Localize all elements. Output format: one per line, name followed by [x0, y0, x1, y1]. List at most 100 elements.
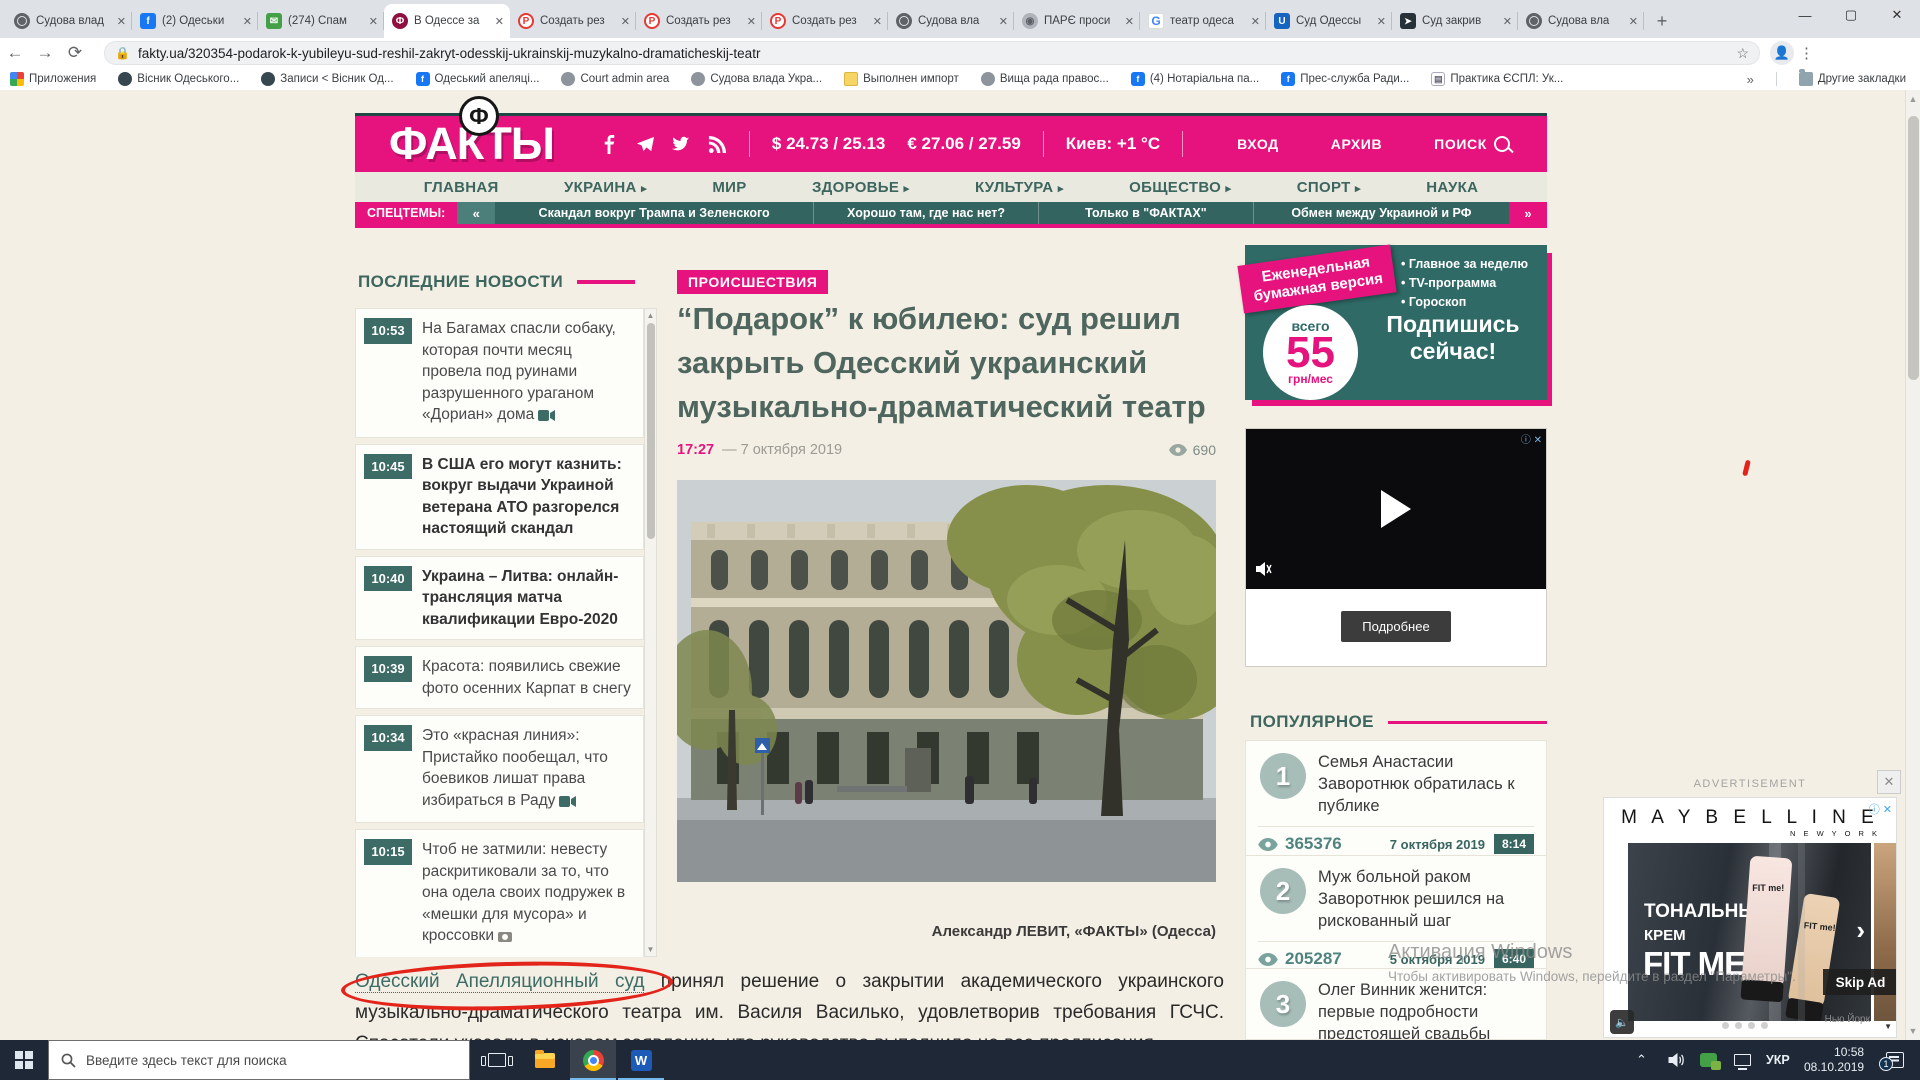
news-item[interactable]: 10:53 На Багамах спасли собаку, которая … — [355, 308, 644, 438]
maybelline-ad[interactable]: ⓘ ✕ M A Y B E L L I N E N E W Y O R K ТО… — [1603, 797, 1897, 1038]
spec-topic-trump[interactable]: Скандал вокруг Трампа и Зеленского — [495, 202, 814, 224]
bookmark-court-admin[interactable]: Court admin area — [561, 72, 669, 86]
bookmark-apeliacijnyj[interactable]: fОдеський апеляці... — [416, 72, 540, 86]
nav-kultura[interactable]: КУЛЬТУРА ▸ — [975, 179, 1064, 196]
nav-mir[interactable]: МИР — [712, 179, 746, 196]
new-tab-button[interactable]: + — [1648, 7, 1676, 35]
video-ad-screen[interactable]: ⓘ ✕ — [1246, 429, 1546, 589]
twitter-icon[interactable] — [672, 135, 691, 154]
tab-close-icon[interactable]: ✕ — [873, 15, 882, 28]
bookmark-notarialna[interactable]: f(4) Нотаріальна па... — [1131, 72, 1259, 86]
bookmark-visnyk[interactable]: Вісник Одеського... — [118, 72, 239, 86]
tab-fakty-active[interactable]: ФВ Одессе за✕ — [384, 4, 510, 38]
tab-close-icon[interactable]: ✕ — [1251, 15, 1260, 28]
start-button[interactable] — [0, 1040, 48, 1080]
rss-icon[interactable] — [708, 135, 727, 154]
tab-facebook[interactable]: f(2) Одеськи✕ — [132, 4, 258, 38]
ad-mute-button[interactable]: 🔈 — [1610, 1010, 1634, 1034]
tab-close-icon[interactable]: ✕ — [621, 15, 630, 28]
spec-prev-button[interactable]: « — [457, 202, 495, 224]
spec-next-button[interactable]: » — [1509, 202, 1547, 224]
adchoices-icon[interactable]: ⓘ ✕ — [1869, 801, 1892, 817]
scroll-down-icon[interactable]: ▼ — [645, 945, 656, 954]
tab-close-icon[interactable]: ✕ — [999, 15, 1008, 28]
video-ad-more-button[interactable]: Подробнее — [1341, 611, 1451, 642]
subscribe-cta[interactable]: Подпишись сейчас! — [1365, 311, 1541, 365]
bookmark-press-sluzhba[interactable]: fПрес-служба Ради... — [1281, 72, 1409, 86]
reload-icon[interactable]: ⟳ — [60, 43, 90, 63]
carousel-dots[interactable] — [1722, 1022, 1768, 1029]
url-text[interactable]: fakty.ua/320354-podarok-k-yubileyu-sud-r… — [138, 46, 1728, 61]
profile-avatar[interactable]: 👤 — [1770, 41, 1794, 65]
login-link[interactable]: ВХОД — [1237, 136, 1279, 152]
scroll-down-icon[interactable]: ▼ — [1906, 1026, 1920, 1036]
video-ad[interactable]: ⓘ ✕ Подробнее — [1245, 428, 1547, 667]
skip-ad-button[interactable]: Skip Ad — [1823, 969, 1897, 995]
carousel-next-icon[interactable]: › — [1856, 915, 1865, 946]
page-scrollbar[interactable]: ▲ ▼ — [1905, 90, 1920, 1040]
minimize-button[interactable]: — — [1782, 0, 1828, 30]
task-view-button[interactable] — [474, 1040, 520, 1080]
bookmark-vyshcha-rada[interactable]: Вища рада правос... — [981, 72, 1109, 86]
tab-create-resume-1[interactable]: PСоздать рез✕ — [510, 4, 636, 38]
nav-ukraina[interactable]: УКРАИНА ▸ — [564, 179, 647, 196]
tab-sudova-vlada-2[interactable]: Судова вла✕ — [888, 4, 1014, 38]
scrollbar-thumb[interactable] — [1908, 116, 1919, 380]
taskbar-search[interactable]: Введите здесь текст для поиска — [48, 1040, 470, 1080]
word-button[interactable]: W — [618, 1040, 664, 1080]
scrollbar-thumb[interactable] — [647, 323, 655, 539]
tab-google-search[interactable]: Gтеатр одеса✕ — [1140, 4, 1266, 38]
news-item[interactable]: 10:15 Чтоб не затмили: невесту раскритик… — [355, 829, 644, 957]
popular-item-1[interactable]: 1 Семья Анастасии Заворотнюк обратилась … — [1245, 740, 1547, 862]
spec-topic-fakty[interactable]: Только в "ФАКТАХ" — [1039, 202, 1254, 224]
other-bookmarks[interactable]: Другие закладки — [1799, 72, 1906, 86]
nav-obshchestvo[interactable]: ОБЩЕСТВО ▸ — [1129, 179, 1231, 196]
notification-center[interactable]: 1 — [1886, 1040, 1904, 1080]
telegram-icon[interactable] — [636, 135, 655, 154]
tab-close-icon[interactable]: ✕ — [747, 15, 756, 28]
news-item[interactable]: 10:40 Украина – Литва: онлайн-трансляция… — [355, 556, 644, 641]
bookmark-sudova-vlada[interactable]: Судова влада Укра... — [691, 72, 822, 86]
popular-item-2[interactable]: 2 Муж больной раком Заворотнюк решился н… — [1245, 855, 1547, 977]
tab-spam[interactable]: ✉(274) Спам✕ — [258, 4, 384, 38]
nav-nauka[interactable]: НАУКА — [1426, 179, 1478, 196]
tab-close-icon[interactable]: ✕ — [1629, 15, 1638, 28]
archive-link[interactable]: АРХИВ — [1331, 136, 1382, 152]
back-icon[interactable]: ← — [0, 43, 30, 63]
tab-close-icon[interactable]: ✕ — [1503, 15, 1512, 28]
messaging-tray-icon[interactable] — [1700, 1040, 1717, 1080]
bookmark-zapysy[interactable]: Записи < Вісник Од... — [261, 72, 393, 86]
tab-close-icon[interactable]: ✕ — [369, 15, 378, 28]
tab-close-icon[interactable]: ✕ — [495, 15, 504, 28]
file-explorer-button[interactable] — [522, 1040, 568, 1080]
tab-close-icon[interactable]: ✕ — [117, 15, 126, 28]
tab-create-resume-3[interactable]: PСоздать рез✕ — [762, 4, 888, 38]
spec-topic-obmen[interactable]: Обмен между Украиной и РФ — [1254, 202, 1509, 224]
tab-sud-odessy[interactable]: UСуд Одессы✕ — [1266, 4, 1392, 38]
spec-topic-horosho[interactable]: Хорошо там, где нас нет? — [814, 202, 1039, 224]
scroll-up-icon[interactable]: ▲ — [645, 311, 656, 320]
padlock-icon[interactable]: 🔒 — [115, 46, 130, 60]
tab-close-icon[interactable]: ✕ — [1377, 15, 1386, 28]
facebook-icon[interactable] — [600, 135, 619, 154]
bookmarks-overflow-icon[interactable]: » — [1747, 72, 1754, 87]
nav-sport[interactable]: СПОРТ ▸ — [1297, 179, 1361, 196]
tray-chevron[interactable]: ⌃ — [1636, 1040, 1647, 1080]
tab-close-icon[interactable]: ✕ — [243, 15, 252, 28]
subscribe-widget[interactable]: Еженедельная бумажная версия Главное за … — [1245, 245, 1547, 400]
clock[interactable]: 10:5808.10.2019 — [1804, 1040, 1880, 1080]
popular-item-3[interactable]: 3 Олег Винник женится: первые подробност… — [1245, 968, 1547, 1040]
news-item[interactable]: 10:45 В США его могут казнить: вокруг вы… — [355, 444, 644, 550]
mute-icon[interactable] — [1256, 562, 1272, 581]
tab-close-icon[interactable]: ✕ — [1125, 15, 1134, 28]
play-icon[interactable] — [1381, 490, 1411, 528]
maximize-button[interactable]: ▢ — [1828, 0, 1874, 30]
bookmark-import[interactable]: Выполнен импорт — [844, 72, 959, 86]
close-window-button[interactable]: ✕ — [1874, 0, 1920, 30]
news-list-scrollbar[interactable]: ▲ ▼ — [644, 308, 657, 957]
bookmark-espl[interactable]: ▤Практика ЄСПЛ: Ук... — [1431, 72, 1563, 86]
bookmark-apps[interactable]: Приложения — [10, 72, 96, 86]
tab-sudova-vlada-1[interactable]: Судова влад✕ — [6, 4, 132, 38]
address-bar[interactable]: 🔒 fakty.ua/320354-podarok-k-yubileyu-sud… — [104, 41, 1760, 65]
chrome-button[interactable] — [570, 1040, 616, 1080]
